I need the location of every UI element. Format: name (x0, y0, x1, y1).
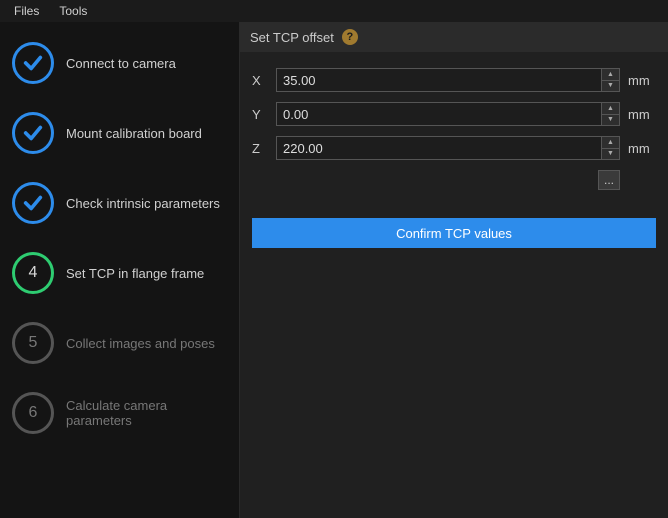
x-input-wrap: ▲ ▼ (276, 68, 620, 92)
step-label: Calculate camera parameters (66, 398, 227, 428)
more-button[interactable]: ... (598, 170, 620, 190)
z-step-down[interactable]: ▼ (602, 149, 619, 160)
z-input-wrap: ▲ ▼ (276, 136, 620, 160)
step-calc-camera[interactable]: 6 Calculate camera parameters (12, 392, 227, 434)
y-input[interactable] (277, 103, 601, 125)
x-row: X ▲ ▼ mm (252, 68, 656, 92)
step-label: Collect images and poses (66, 336, 215, 351)
y-spinner: ▲ ▼ (601, 103, 619, 125)
x-unit: mm (628, 73, 656, 88)
step-collect-images[interactable]: 5 Collect images and poses (12, 322, 227, 364)
step-label: Set TCP in flange frame (66, 266, 204, 281)
confirm-button[interactable]: Confirm TCP values (252, 218, 656, 248)
z-label: Z (252, 141, 268, 156)
main-panel: Set TCP offset ? X ▲ ▼ mm Y (240, 22, 668, 518)
menu-files[interactable]: Files (4, 2, 49, 20)
step-label: Connect to camera (66, 56, 176, 71)
check-icon (12, 182, 54, 224)
menu-tools[interactable]: Tools (49, 2, 97, 20)
panel-title: Set TCP offset (250, 30, 334, 45)
y-row: Y ▲ ▼ mm (252, 102, 656, 126)
panel-header: Set TCP offset ? (240, 22, 668, 52)
z-input[interactable] (277, 137, 601, 159)
z-spinner: ▲ ▼ (601, 137, 619, 159)
x-label: X (252, 73, 268, 88)
step-connect-camera[interactable]: Connect to camera (12, 42, 227, 84)
step-sidebar: Connect to camera Mount calibration boar… (0, 22, 240, 518)
menu-bar: Files Tools (0, 0, 668, 22)
x-spinner: ▲ ▼ (601, 69, 619, 91)
x-step-down[interactable]: ▼ (602, 81, 619, 92)
step-check-intrinsic[interactable]: Check intrinsic parameters (12, 182, 227, 224)
step-set-tcp[interactable]: 4 Set TCP in flange frame (12, 252, 227, 294)
step-label: Check intrinsic parameters (66, 196, 220, 211)
check-icon (12, 112, 54, 154)
y-label: Y (252, 107, 268, 122)
y-step-up[interactable]: ▲ (602, 103, 619, 115)
tcp-form: X ▲ ▼ mm Y ▲ ▼ (240, 52, 668, 264)
z-step-up[interactable]: ▲ (602, 137, 619, 149)
step-number-icon: 6 (12, 392, 54, 434)
step-number-icon: 4 (12, 252, 54, 294)
step-number-icon: 5 (12, 322, 54, 364)
y-unit: mm (628, 107, 656, 122)
z-unit: mm (628, 141, 656, 156)
help-icon[interactable]: ? (342, 29, 358, 45)
more-row: ... (252, 170, 656, 190)
x-step-up[interactable]: ▲ (602, 69, 619, 81)
content: Connect to camera Mount calibration boar… (0, 22, 668, 518)
y-step-down[interactable]: ▼ (602, 115, 619, 126)
y-input-wrap: ▲ ▼ (276, 102, 620, 126)
check-icon (12, 42, 54, 84)
step-label: Mount calibration board (66, 126, 202, 141)
step-mount-board[interactable]: Mount calibration board (12, 112, 227, 154)
z-row: Z ▲ ▼ mm (252, 136, 656, 160)
x-input[interactable] (277, 69, 601, 91)
